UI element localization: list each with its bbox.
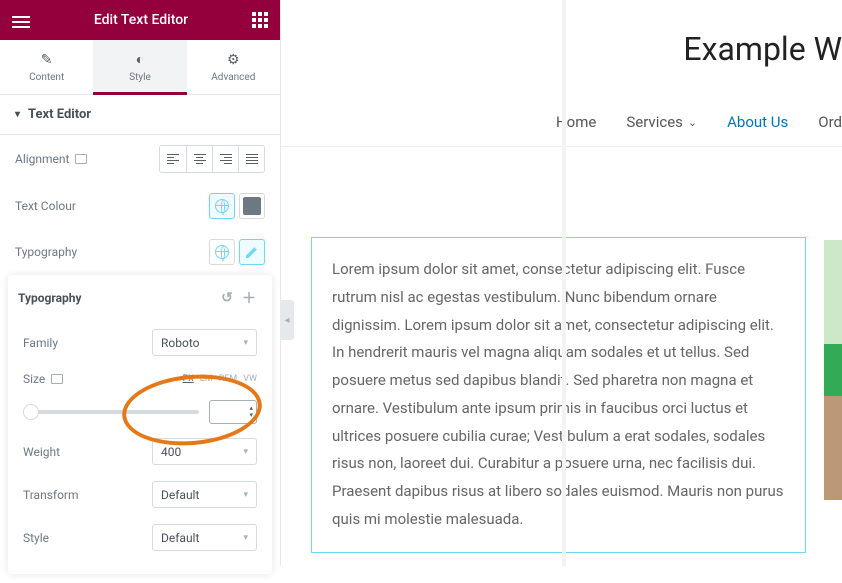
select-value: 400 — [161, 445, 181, 459]
caret-down-icon: ▾ — [15, 109, 20, 120]
style-row: Style Default ▾ — [8, 516, 272, 559]
tab-content[interactable]: ✎ Content — [0, 40, 93, 94]
panel-scrollbar[interactable] — [562, 0, 566, 566]
preview-area: Example W Home Services ⌄ About Us Ord L… — [280, 0, 842, 566]
size-slider[interactable] — [23, 410, 199, 414]
responsive-icon[interactable] — [75, 154, 87, 164]
responsive-icon[interactable] — [51, 374, 63, 384]
style-select[interactable]: Default ▾ — [152, 524, 257, 551]
chevron-down-icon: ▾ — [243, 533, 248, 543]
chevron-down-icon: ⌄ — [688, 116, 697, 129]
gear-icon: ⚙ — [227, 52, 240, 68]
control-label: Alignment — [15, 152, 69, 166]
nav-about[interactable]: About Us — [727, 113, 788, 131]
unit-switcher: PX EM REM VW — [183, 374, 257, 384]
tab-advanced[interactable]: ⚙ Advanced — [187, 40, 280, 94]
add-button[interactable]: ＋ — [238, 287, 260, 309]
hamburger-icon[interactable] — [12, 13, 30, 27]
global-typography-button[interactable] — [209, 239, 235, 265]
unit-vw[interactable]: VW — [243, 374, 257, 384]
control-label: Text Colour — [15, 199, 76, 213]
transform-select[interactable]: Default ▾ — [152, 481, 257, 508]
panel-title: Edit Text Editor — [30, 12, 252, 28]
select-value: Roboto — [161, 336, 199, 350]
weight-row: Weight 400 ▾ — [8, 430, 272, 473]
control-label: Size — [23, 372, 45, 386]
chevron-down-icon: ▾ — [243, 338, 248, 348]
alignment-row: Alignment — [0, 135, 280, 183]
alignment-group — [159, 145, 265, 173]
control-label: Style — [23, 531, 49, 545]
align-center-button[interactable] — [186, 146, 212, 172]
transform-row: Transform Default ▾ — [8, 473, 272, 516]
unit-px[interactable]: PX — [183, 374, 194, 384]
text-colour-row: Text Colour — [0, 183, 280, 229]
control-label: Transform — [23, 488, 79, 502]
weight-select[interactable]: 400 ▾ — [152, 438, 257, 465]
editor-panel: Edit Text Editor ✎ Content ◐ Style ⚙ Adv… — [0, 0, 280, 566]
edit-typography-button[interactable] — [239, 239, 265, 265]
global-colour-button[interactable] — [209, 193, 235, 219]
family-row: Family Roboto ▾ — [8, 321, 272, 364]
contrast-icon: ◐ — [136, 51, 144, 68]
chevron-down-icon: ▾ — [243, 490, 248, 500]
typography-popover: Typography ↺ ＋ Family Roboto ▾ Size PX E… — [8, 275, 272, 574]
unit-em[interactable]: EM — [200, 374, 213, 384]
pencil-icon — [246, 246, 258, 258]
control-label: Typography — [15, 245, 77, 259]
panel-header: Edit Text Editor — [0, 0, 280, 40]
select-value: Default — [161, 488, 199, 502]
text-editor-widget[interactable]: Lorem ipsum dolor sit amet, consectetur … — [311, 237, 806, 553]
chevron-down-icon: ▾ — [243, 447, 248, 457]
size-input[interactable]: ▴▾ — [209, 400, 257, 424]
apps-grid-icon[interactable] — [252, 12, 268, 28]
colour-swatch — [243, 197, 261, 215]
size-slider-row: ▴▾ — [8, 394, 272, 430]
stepper-icon: ▴▾ — [249, 405, 253, 419]
globe-icon — [215, 199, 229, 213]
tab-style[interactable]: ◐ Style — [93, 40, 186, 94]
reset-button[interactable]: ↺ — [216, 287, 238, 309]
globe-icon — [215, 245, 229, 259]
family-select[interactable]: Roboto ▾ — [152, 329, 257, 356]
align-justify-button[interactable] — [238, 146, 264, 172]
image-widget-partial — [824, 240, 842, 500]
control-label: Family — [23, 336, 58, 350]
size-row: Size PX EM REM VW — [8, 364, 272, 394]
nav-order[interactable]: Ord — [818, 113, 842, 131]
slider-handle[interactable] — [23, 404, 39, 420]
colour-swatch-button[interactable] — [239, 193, 265, 219]
tab-label: Advanced — [211, 72, 255, 83]
align-left-button[interactable] — [160, 146, 186, 172]
nav-services[interactable]: Services ⌄ — [626, 113, 697, 131]
popover-title: Typography — [18, 291, 82, 305]
unit-rem[interactable]: REM — [219, 374, 238, 384]
section-title: Text Editor — [28, 107, 91, 122]
tab-label: Content — [29, 72, 64, 83]
align-right-button[interactable] — [212, 146, 238, 172]
collapse-panel-button[interactable]: ◂ — [280, 300, 294, 340]
pencil-icon: ✎ — [41, 52, 53, 68]
panel-tabs: ✎ Content ◐ Style ⚙ Advanced — [0, 40, 280, 95]
tab-label: Style — [129, 72, 151, 83]
section-header[interactable]: ▾ Text Editor — [0, 95, 280, 135]
typography-row: Typography — [0, 229, 280, 275]
select-value: Default — [161, 531, 199, 545]
control-label: Weight — [23, 445, 60, 459]
